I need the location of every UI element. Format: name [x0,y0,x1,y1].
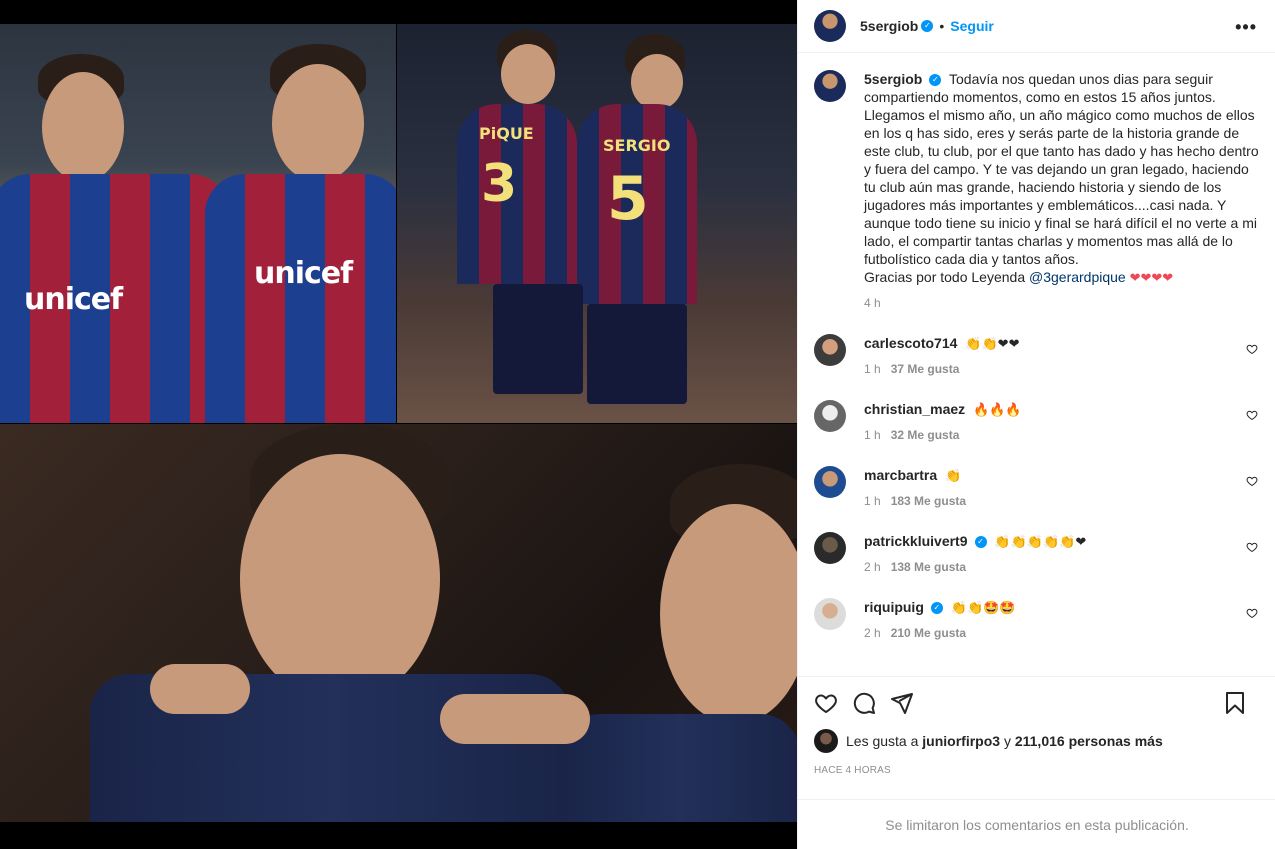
likes-summary: Les gusta a juniorfirpo3 y 211,016 perso… [814,729,1260,753]
author-avatar[interactable] [814,70,846,102]
comment-username[interactable]: christian_maez [864,401,965,417]
hand-on-shoulder [150,664,250,714]
verified-badge-icon: ✓ [974,536,987,549]
comment-time[interactable]: 2 h [864,626,881,640]
comment-likes[interactable]: 32 Me gusta [891,428,960,442]
comment-like-heart-icon[interactable] [1246,607,1258,619]
separator-dot: • [939,18,945,34]
likes-count[interactable]: 211,016 personas más [1015,733,1163,749]
comment-like-heart-icon[interactable] [1246,541,1258,553]
caption-hearts: ❤❤❤❤ [1129,271,1174,286]
comment-likes[interactable]: 138 Me gusta [891,560,966,574]
commenter-avatar[interactable] [814,334,846,366]
comment-text: 👏👏🤩🤩 [950,601,1016,616]
heart-icon[interactable] [814,691,838,715]
bookmark-icon[interactable] [1224,691,1246,715]
comment-icon[interactable] [852,691,876,715]
comment-likes[interactable]: 37 Me gusta [891,362,960,376]
comment-username[interactable]: marcbartra [864,467,937,483]
author-avatar[interactable] [814,10,846,42]
verified-badge-icon: ✓ [929,74,942,87]
post-timestamp[interactable]: HACE 4 HORAS [814,765,1260,776]
caption-username[interactable]: 5sergiob [864,71,922,87]
likes-connector: y [1003,733,1011,749]
commenter-avatar[interactable] [814,532,846,564]
comments-limited-notice: Se limitaron los comentarios en esta pub… [798,799,1275,849]
comment-text: 🔥🔥🔥 [973,403,1022,418]
post-media[interactable]: unicef unicef PiQUE 3 SERGIO 5 [0,0,797,849]
caption-thanks: Gracias por todo Leyenda [864,269,1026,285]
comment-item: riquipuig ✓ 👏👏🤩🤩 2 h 210 Me gusta [814,598,1260,642]
post-caption: 5sergiob ✓ Todavía nos quedan unos dias p… [814,70,1260,312]
player-face [660,504,797,724]
liker-avatar[interactable] [814,729,838,753]
verified-badge-icon: ✓ [921,20,934,32]
caption-mention[interactable]: @3gerardpique [1029,269,1126,285]
player-face [42,72,124,182]
caption-text: Todavía nos quedan unos dias para seguir… [864,71,1259,267]
shirt-name: SERGIO [603,136,671,155]
photo-players-lineup: unicef unicef [0,24,396,423]
comment-item: marcbartra 👏 1 h 183 Me gusta [814,466,1260,510]
player-face [240,454,440,704]
media-letterbox-bottom [0,822,797,849]
verified-badge-icon: ✓ [930,602,943,615]
comment-username[interactable]: carlescoto714 [864,335,957,351]
comment-time[interactable]: 1 h [864,362,881,376]
comment-time[interactable]: 2 h [864,560,881,574]
comment-time[interactable]: 1 h [864,494,881,508]
media-letterbox-top [0,0,797,24]
comment-item: christian_maez 🔥🔥🔥 1 h 32 Me gusta [814,400,1260,444]
comment-username[interactable]: riquipuig [864,599,924,615]
comments-list[interactable]: 5sergiob ✓ Todavía nos quedan unos dias p… [798,54,1275,676]
comment-text: 👏👏❤❤ [965,337,1020,352]
photo-players-back: PiQUE 3 SERGIO 5 [397,24,797,423]
shirt-sponsor: unicef [24,282,123,317]
comment-item: carlescoto714 👏👏❤❤ 1 h 37 Me gusta [814,334,1260,378]
comment-like-heart-icon[interactable] [1246,475,1258,487]
photo-players-smiling [0,424,797,822]
shirt-number: 3 [481,154,518,214]
shorts [587,304,687,404]
comment-like-heart-icon[interactable] [1246,409,1258,421]
comment-item: patrickkluivert9 ✓ 👏👏👏👏👏❤ 2 h 138 Me gusta [814,532,1260,576]
likes-prefix: Les gusta a [846,733,919,749]
shirt-number: 5 [607,164,649,234]
comment-text: 👏👏👏👏👏❤ [994,535,1087,550]
comment-likes[interactable]: 210 Me gusta [891,626,966,640]
comment-username[interactable]: patrickkluivert9 [864,533,968,549]
post-panel: 5sergiob ✓ • Seguir ••• 5sergiob ✓ Todaví… [797,0,1275,849]
comment-likes[interactable]: 183 Me gusta [891,494,966,508]
shirt-sponsor: unicef [254,256,353,291]
paper-plane-icon[interactable] [890,691,914,715]
more-options-icon[interactable]: ••• [1235,17,1257,38]
comment-time[interactable]: 1 h [864,428,881,442]
shirt-name: PiQUE [479,124,534,143]
follow-button[interactable]: Seguir [950,18,994,34]
commenter-avatar[interactable] [814,400,846,432]
commenter-avatar[interactable] [814,466,846,498]
post-header: 5sergiob ✓ • Seguir ••• [798,0,1275,53]
barca-shirt [560,714,797,822]
post-actions: Les gusta a juniorfirpo3 y 211,016 perso… [798,676,1275,799]
author-username[interactable]: 5sergiob [860,18,918,34]
shorts [493,284,583,394]
barca-shirt [205,174,396,423]
comment-like-heart-icon[interactable] [1246,343,1258,355]
player-head [501,44,555,104]
player-head [631,54,683,110]
hand-on-shoulder [440,694,590,744]
liker-username[interactable]: juniorfirpo3 [922,733,1000,749]
commenter-avatar[interactable] [814,598,846,630]
player-face [272,64,364,182]
comment-text: 👏 [945,469,962,484]
caption-time[interactable]: 4 h [864,294,1260,312]
